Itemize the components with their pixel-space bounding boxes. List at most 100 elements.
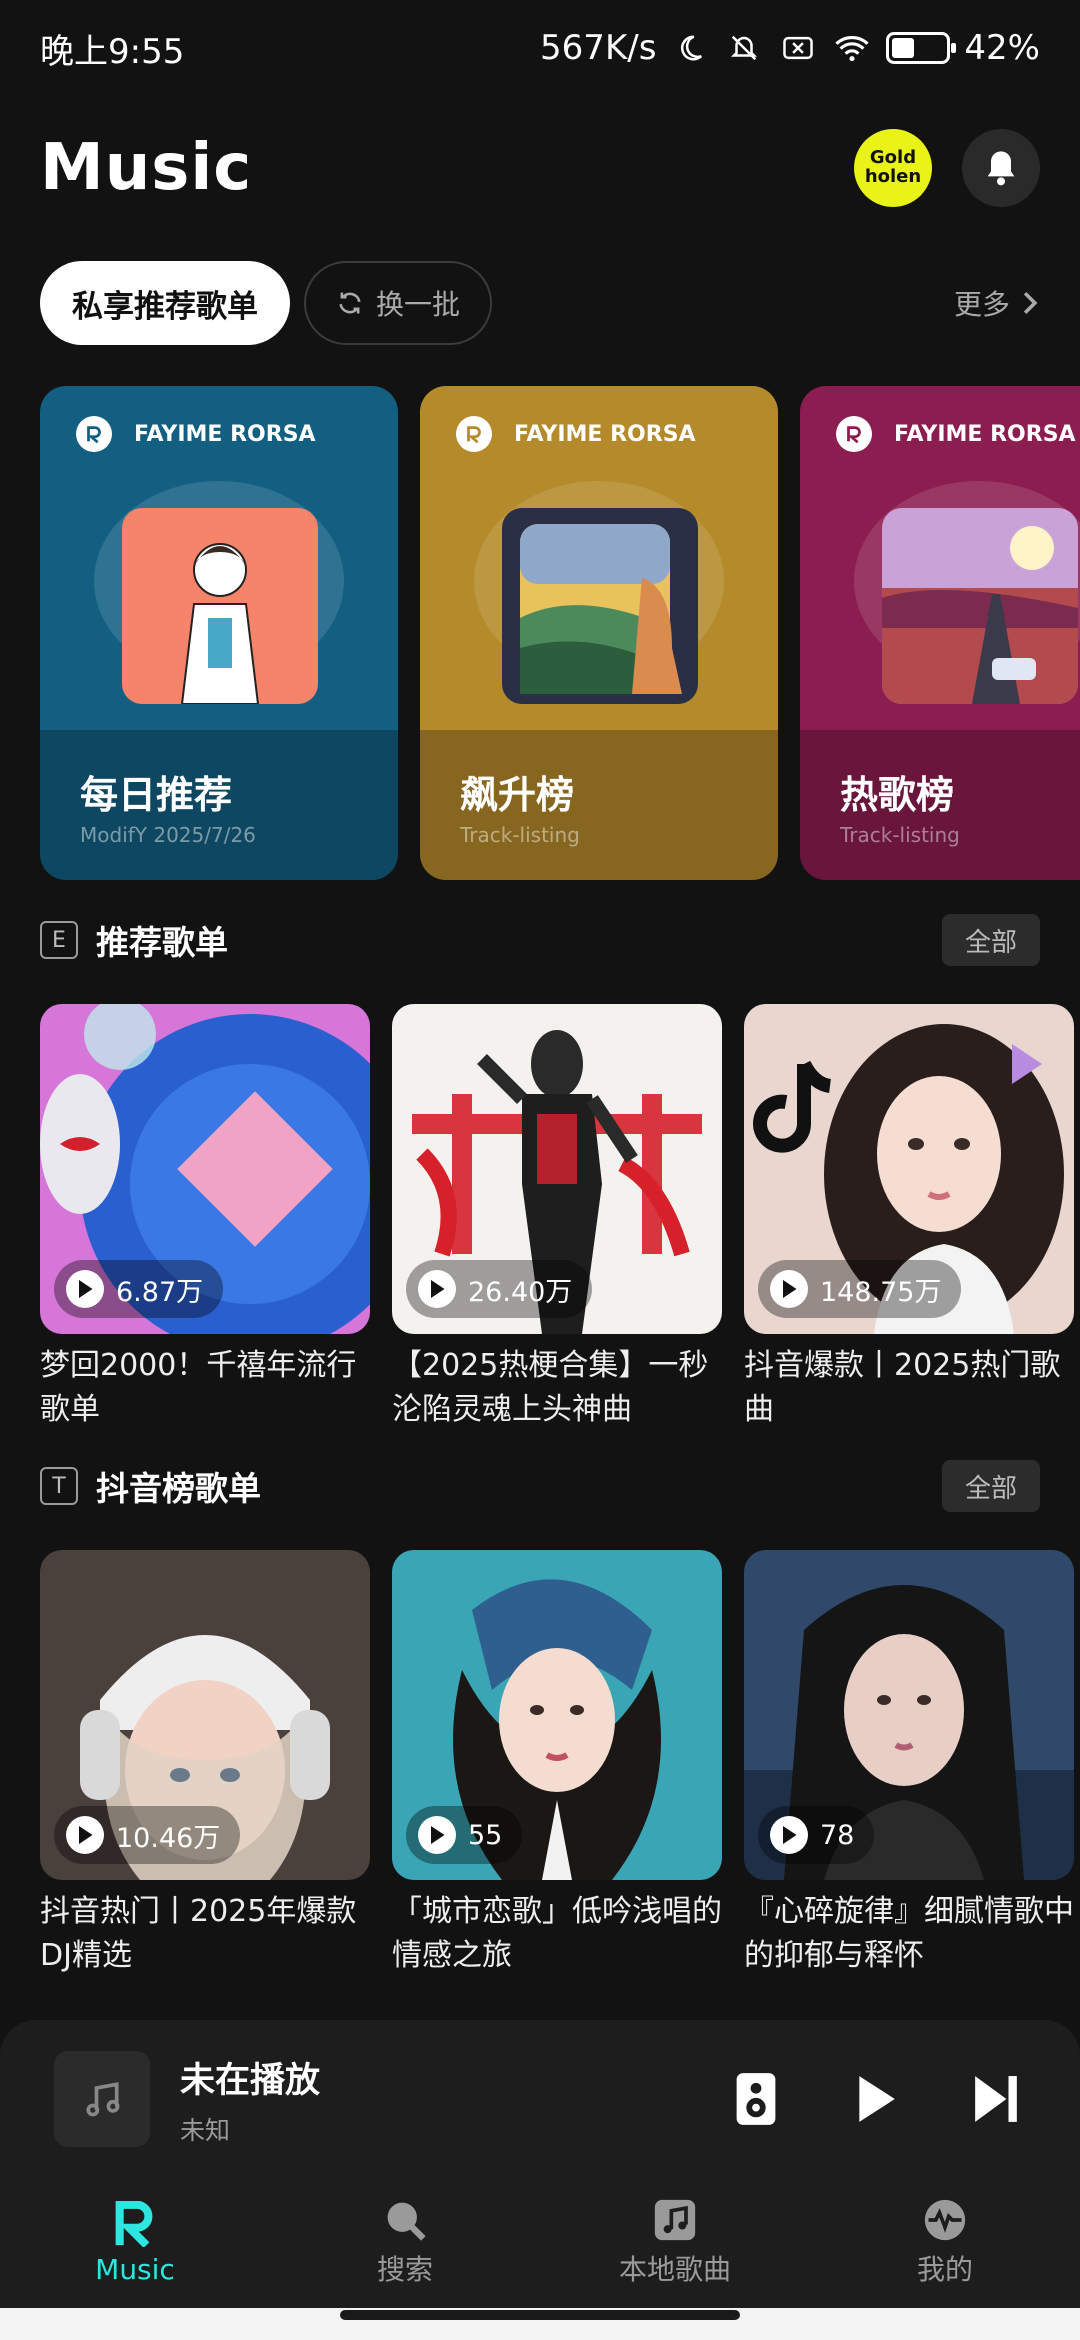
no-sim-icon <box>778 28 818 68</box>
playlist-cover-image: 10.46万 <box>40 1550 370 1880</box>
nav-label: 搜索 <box>376 2253 433 2286</box>
status-time: 晚上9:55 <box>40 31 185 72</box>
speaker-button[interactable] <box>726 2069 786 2129</box>
recommend-tabs: 私享推荐歌单 换一批 更多 <box>40 260 1040 346</box>
nav-label: 本地歌曲 <box>618 2253 731 2286</box>
player-track-title: 未在播放 <box>180 2060 321 2101</box>
brand-name: FAYIME RORSA <box>894 421 1076 447</box>
home-indicator-bar[interactable] <box>340 2310 740 2320</box>
play-icon <box>66 1816 104 1854</box>
card-title: 每日推荐 <box>80 773 233 817</box>
private-playlist-tab[interactable]: 私享推荐歌单 <box>40 261 290 345</box>
cover-art-image <box>882 508 1078 704</box>
view-all-button[interactable]: 全部 <box>942 1460 1040 1512</box>
nav-local-songs[interactable]: 本地歌曲 <box>540 2178 810 2308</box>
gold-badge-button[interactable]: Gold holen <box>854 129 932 207</box>
section-title: 抖音榜歌单 <box>96 1469 261 1508</box>
play-icon <box>770 1270 808 1308</box>
playlist-name: 抖音爆款丨2025热门歌曲 <box>744 1348 1061 1427</box>
header: Music Gold holen <box>0 118 1080 218</box>
playlist-name: 抖音热门丨2025年爆款DJ精选 <box>40 1894 357 1973</box>
status-bar: 晚上9:55 567K/s 42% <box>0 0 1080 96</box>
card-brand: FAYIME RORSA <box>836 416 1076 452</box>
playlist-name: 梦回2000！千禧年流行歌单 <box>40 1348 357 1427</box>
cover-art-image <box>122 508 318 704</box>
wifi-icon <box>832 28 872 68</box>
card-title: 热歌榜 <box>840 773 955 817</box>
play-count: 78 <box>758 1806 875 1864</box>
network-speed: 567K/s <box>540 28 657 68</box>
r-logo-icon <box>115 2200 153 2247</box>
refresh-icon <box>339 292 361 314</box>
card-subtitle: Track-listing <box>840 823 960 847</box>
card-title: 飙升榜 <box>460 773 575 817</box>
play-icon <box>418 1816 456 1854</box>
brand-name: FAYIME RORSA <box>134 421 316 447</box>
play-count: 55 <box>406 1806 523 1864</box>
refresh-button[interactable]: 换一批 <box>304 261 493 345</box>
play-icon <box>770 1816 808 1854</box>
brand-logo-icon <box>836 416 872 452</box>
speaker-icon <box>736 2073 776 2125</box>
more-link[interactable]: 更多 <box>954 283 1040 323</box>
view-all-button[interactable]: 全部 <box>942 914 1040 966</box>
play-count: 10.46万 <box>54 1806 241 1864</box>
playlist-cover-image: 26.40万 <box>392 1004 722 1334</box>
nav-label: Music <box>95 2252 175 2286</box>
card-caption: 热歌榜 Track-listing <box>800 730 1080 880</box>
nav-search[interactable]: 搜索 <box>270 2178 540 2308</box>
section-title: 推荐歌单 <box>96 923 228 962</box>
moon-icon <box>670 28 710 68</box>
featured-card-hot[interactable]: FAYIME RORSA 热歌榜 Track-listing <box>800 386 1080 880</box>
brand-logo-icon <box>76 416 112 452</box>
play-icon <box>418 1270 456 1308</box>
featured-card-daily[interactable]: FAYIME RORSA 每日推荐 ModifY 2025/7/26 <box>40 386 398 880</box>
playlist-card[interactable]: 6.87万 梦回2000！千禧年流行歌单 <box>40 1004 370 1432</box>
refresh-label: 换一批 <box>376 288 461 321</box>
pulse-icon <box>924 2199 966 2241</box>
section-letter-icon: E <box>40 921 78 959</box>
search-icon <box>387 2202 426 2241</box>
play-count-value: 55 <box>468 1819 503 1851</box>
nav-label: 我的 <box>916 2253 973 2286</box>
play-count-value: 78 <box>820 1819 855 1851</box>
play-count-value: 10.46万 <box>116 1822 221 1854</box>
playlist-cover-image: 148.75万 <box>744 1004 1074 1334</box>
nav-music[interactable]: Music <box>0 2178 270 2308</box>
playlist-card[interactable]: 10.46万 抖音热门丨2025年爆款DJ精选 <box>40 1550 370 1978</box>
badge-line1: Gold <box>869 147 917 169</box>
play-count-value: 148.75万 <box>820 1276 942 1308</box>
playlist-name: 【2025热梗合集】一秒沦陷灵魂上头神曲 <box>392 1348 709 1427</box>
playlist-card[interactable]: 148.75万 抖音爆款丨2025热门歌曲 <box>744 1004 1074 1432</box>
badge-line2: holen <box>864 166 922 187</box>
bottom-nav: Music 搜索 本地歌曲 我的 <box>0 2178 1080 2308</box>
cover-art-image <box>502 508 698 704</box>
playlist-card[interactable]: 55 「城市恋歌」低吟浅唱的情感之旅 <box>392 1550 722 1978</box>
playlist-cover-image: 55 <box>392 1550 722 1880</box>
recommended-playlists: 6.87万 梦回2000！千禧年流行歌单 26.40万 【2025热梗合集】一秒… <box>40 1004 1080 1444</box>
playlist-name: 「城市恋歌」低吟浅唱的情感之旅 <box>392 1894 722 1973</box>
play-count: 6.87万 <box>54 1260 224 1318</box>
status-icons: 567K/s 42% <box>540 28 1040 68</box>
brand-logo-icon <box>456 416 492 452</box>
play-count-value: 6.87万 <box>116 1276 204 1308</box>
playlist-card[interactable]: 78 『心碎旋律』细腻情歌中的抑郁与释怀 <box>744 1550 1074 1978</box>
card-caption: 飙升榜 Track-listing <box>420 730 778 880</box>
mini-player[interactable]: 未在播放 未知 <box>0 2020 1080 2178</box>
play-count-value: 26.40万 <box>468 1276 573 1308</box>
nav-mine[interactable]: 我的 <box>810 2178 1080 2308</box>
notification-button[interactable] <box>962 129 1040 207</box>
brand-name: FAYIME RORSA <box>514 421 696 447</box>
playlist-card[interactable]: 26.40万 【2025热梗合集】一秒沦陷灵魂上头神曲 <box>392 1004 722 1432</box>
player-artist: 未知 <box>180 2115 231 2145</box>
player-cover <box>54 2051 150 2147</box>
battery-icon <box>886 32 957 64</box>
next-button[interactable] <box>966 2069 1026 2129</box>
play-button[interactable] <box>846 2069 906 2129</box>
battery-percent: 42% <box>964 28 1040 68</box>
playlist-cover-image: 78 <box>744 1550 1074 1880</box>
featured-card-rising[interactable]: FAYIME RORSA 飙升榜 Track-listing <box>420 386 778 880</box>
play-icon <box>859 2076 895 2122</box>
playlist-cover-image: 6.87万 <box>40 1004 370 1334</box>
play-icon <box>66 1270 104 1308</box>
